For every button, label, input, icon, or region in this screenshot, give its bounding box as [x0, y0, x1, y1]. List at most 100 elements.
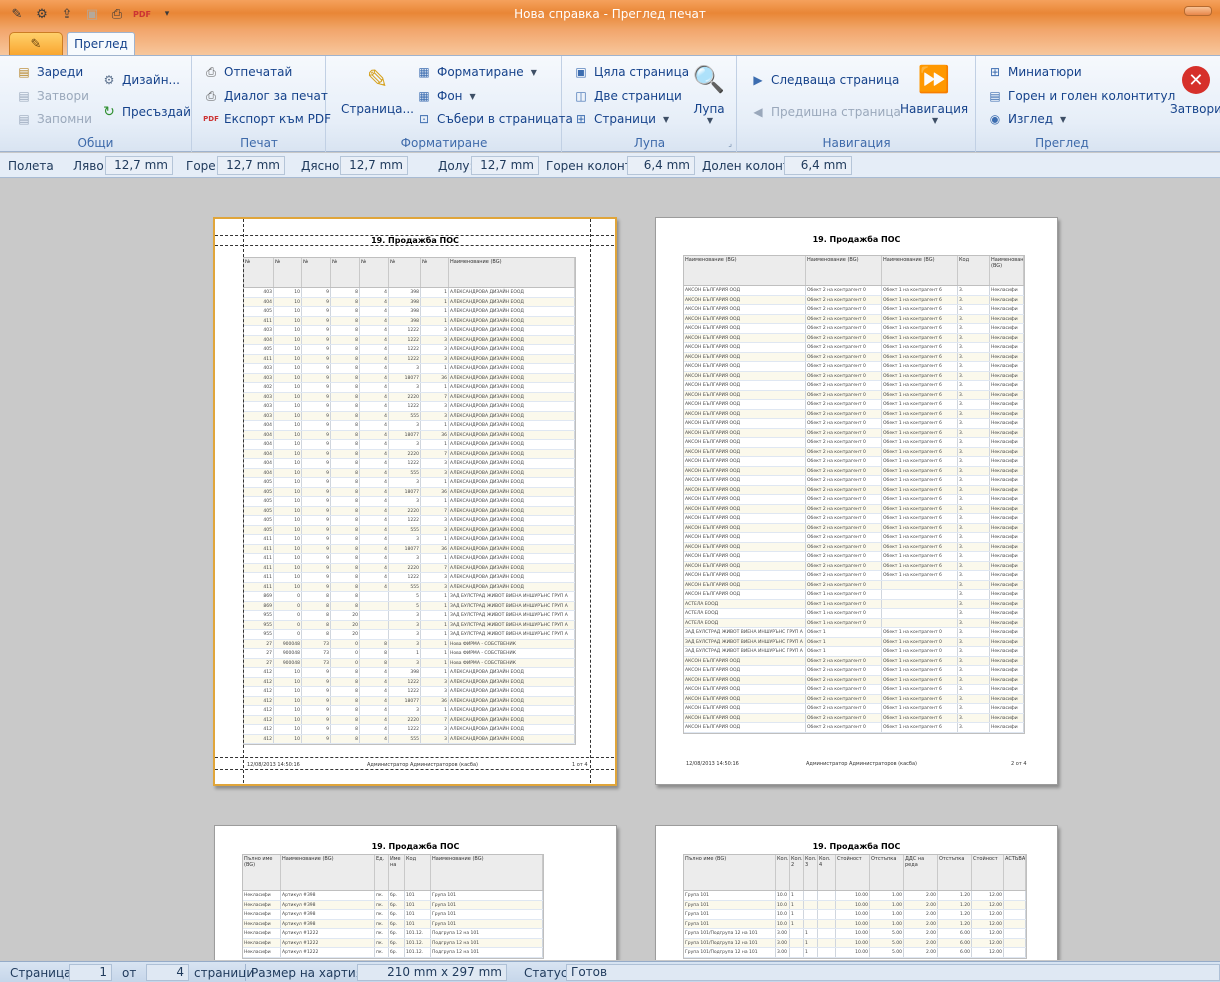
table-cell: Обект 1 на контрагент 6 [882, 362, 958, 371]
right-margin-field[interactable]: 12,7 mm [340, 156, 408, 175]
column-header: Наименование (BG) [449, 258, 575, 287]
header-margin-field[interactable]: 6,4 mm [627, 156, 695, 175]
table-cell: Обект 2 на контрагент 0 [806, 514, 882, 523]
table-cell: 3 [389, 383, 421, 392]
two-pages-button[interactable]: ◫ Две страници [573, 86, 682, 106]
bottom-margin-field[interactable]: 12,7 mm [471, 156, 539, 175]
report-page-4[interactable]: 19. Продажба ПОС Пълно име (BG) Кол. Кол. … [655, 825, 1058, 960]
table-cell: 9 [302, 354, 331, 363]
print-button[interactable]: ⎙ Отпечатай [203, 62, 292, 82]
table-cell: 10.0 [776, 919, 790, 928]
footer-margin-field[interactable]: 6,4 mm [784, 156, 852, 175]
table-cell: 3. [958, 286, 990, 295]
table-cell: Некласифи [990, 324, 1024, 333]
table-cell: 3. [958, 333, 990, 342]
table-cell: 10 [274, 373, 302, 382]
table-cell: Обект 1 на контрагент 6 [882, 694, 958, 703]
margin-guide[interactable] [215, 769, 615, 770]
fit-to-page-button[interactable]: ⊡ Събери в страницата [416, 109, 573, 129]
page-setup-button[interactable]: ✎ Страница... [341, 62, 414, 116]
table-cell: 3 [389, 611, 421, 620]
margin-guide[interactable] [215, 245, 615, 246]
close-report-button[interactable]: ▤ Затвори [16, 86, 89, 106]
close-preview-button[interactable]: ✕ Затвори [1170, 62, 1220, 116]
report-page-1[interactable]: 19. Продажба ПОС № № № № № № № Наименование (BG… [213, 217, 617, 786]
table-cell: 36 [421, 544, 449, 553]
table-cell: 4 [360, 725, 389, 734]
window-title: Нова справка - Преглед печат [514, 7, 706, 21]
dialog-launcher-icon[interactable]: ⌟ [728, 139, 732, 148]
table-cell: 8 [331, 411, 360, 420]
table-cell: Обект 1 на контрагент 6 [882, 656, 958, 665]
table-cell: 4 [360, 468, 389, 477]
table-cell: 4 [360, 373, 389, 382]
tab-preview[interactable]: Преглед [67, 32, 135, 57]
table-cell: АКСОН БЪЛГАРИЯ ООД [684, 333, 806, 342]
load-button[interactable]: ▤ Зареди [16, 62, 83, 82]
margin-guide[interactable] [243, 219, 244, 784]
table-cell: 10.0 [776, 900, 790, 909]
view-dropdown[interactable]: ◉ Изглед ▼ [987, 109, 1066, 129]
top-margin-field[interactable]: 12,7 mm [217, 156, 285, 175]
table-cell: 8 [331, 468, 360, 477]
left-margin-field[interactable]: 12,7 mm [105, 156, 173, 175]
save-button[interactable]: ▤ Запомни [16, 109, 92, 129]
table-cell: 9 [302, 506, 331, 515]
footer-page-number: 1 от 4 [572, 762, 588, 768]
margin-guide[interactable] [215, 757, 615, 758]
next-page-button[interactable]: ▶ Следваща страница [750, 70, 899, 90]
print-preview-area[interactable]: 19. Продажба ПОС № № № № № № № Наименование (BG… [0, 179, 1220, 960]
table-row: АКСОН БЪЛГАРИЯ ООД Обект 2 на контрагент … [684, 362, 1024, 372]
background-dropdown[interactable]: ▦ Фон ▼ [416, 86, 475, 106]
window-control[interactable] [1184, 6, 1212, 16]
group-label: Навигация [822, 136, 891, 150]
application-button[interactable]: ✎ [9, 32, 63, 56]
report-page-2[interactable]: 19. Продажба ПОС Наименование (BG) Наимен… [655, 217, 1058, 785]
export-pdf-button[interactable]: PDF Експорт към PDF [203, 109, 331, 129]
table-row: АКСОН БЪЛГАРИЯ ООД Обект 2 на контрагент … [684, 305, 1024, 315]
table-cell [818, 900, 836, 909]
table-cell: 2220 [389, 392, 421, 401]
design-button[interactable]: ⚙ Дизайн... [101, 70, 180, 90]
header-footer-button[interactable]: ▤ Горен и голен колонтитул [987, 86, 1175, 106]
table-row: 955 0 8 20 3 1 ЗАД БУЛСТРАД ЖИВОТ ВИЕНА ИНШУРЪ… [244, 611, 575, 621]
margin-guide[interactable] [590, 219, 591, 784]
margin-guide[interactable] [215, 235, 615, 236]
table-cell: 1 [421, 421, 449, 430]
table-row: Група 101/Подгрупа 12 на 101 3.00 1 10.00 5.… [684, 948, 1026, 958]
table-cell: Обект 1 на контрагент 6 [882, 333, 958, 342]
zoom-button[interactable]: 🔍 Лупа ▼ [691, 62, 727, 125]
pages-dropdown[interactable]: ⊞ Страници ▼ [573, 109, 669, 129]
thumbnails-button[interactable]: ⊞ Миниатюри [987, 62, 1082, 82]
table-cell: 4 [360, 696, 389, 705]
table-cell: ЗАД БУЛСТРАД ЖИВОТ ВИЕНА ИНШУРЪНС ГРУП А [684, 628, 806, 637]
recreate-button[interactable]: ↻ Пресъздай [101, 102, 191, 122]
table-row: 405 10 9 8 4 398 1 АЛЕКСАНДРОВА ДИЗАЙН ЕООД [244, 307, 575, 317]
formatting-dropdown[interactable]: ▦ Форматиране ▼ [416, 62, 537, 82]
table-cell: АЛЕКСАНДРОВА ДИЗАЙН ЕООД [449, 430, 575, 439]
table-cell: Обект 1 на контрагент 6 [882, 723, 958, 732]
table-cell [1004, 910, 1026, 919]
whole-page-button[interactable]: ▣ Цяла страница [573, 62, 689, 82]
table-cell: АКСОН БЪЛГАРИЯ ООД [684, 675, 806, 684]
table-cell: 403 [244, 411, 274, 420]
table-row: 403 10 9 8 4 1222 3 АЛЕКСАНДРОВА ДИЗАЙН ЕООД [244, 326, 575, 336]
table-cell: Обект 2 на контрагент 0 [806, 533, 882, 542]
table-cell: 10 [274, 430, 302, 439]
navigation-button[interactable]: ⏩ Навигация ▼ [900, 62, 968, 125]
table-row: 405 10 9 8 4 3 1 АЛЕКСАНДРОВА ДИЗАЙН ЕООД [244, 497, 575, 507]
table-cell: 8 [331, 297, 360, 306]
prev-page-button[interactable]: ◀ Предишна страница [750, 102, 900, 122]
table-row: АКСОН БЪЛГАРИЯ ООД Обект 2 на контрагент … [684, 457, 1024, 467]
table-cell: 3.00 [776, 929, 790, 938]
table-cell: 8 [331, 478, 360, 487]
print-dialog-button[interactable]: ⎙ Диалог за печат [203, 86, 328, 106]
table-cell: 1222 [389, 687, 421, 696]
table-cell: Некласифи [990, 295, 1024, 304]
table-row: АКСОН БЪЛГАРИЯ ООД Обект 2 на контрагент … [684, 580, 1024, 590]
report-page-3[interactable]: 19. Продажба ПОС Пълно име (BG) Наименова… [214, 825, 617, 960]
table-cell: 4 [360, 687, 389, 696]
table-cell: 3. [958, 523, 990, 532]
table-cell: 3. [958, 485, 990, 494]
current-page-field[interactable]: 1 [69, 964, 112, 981]
